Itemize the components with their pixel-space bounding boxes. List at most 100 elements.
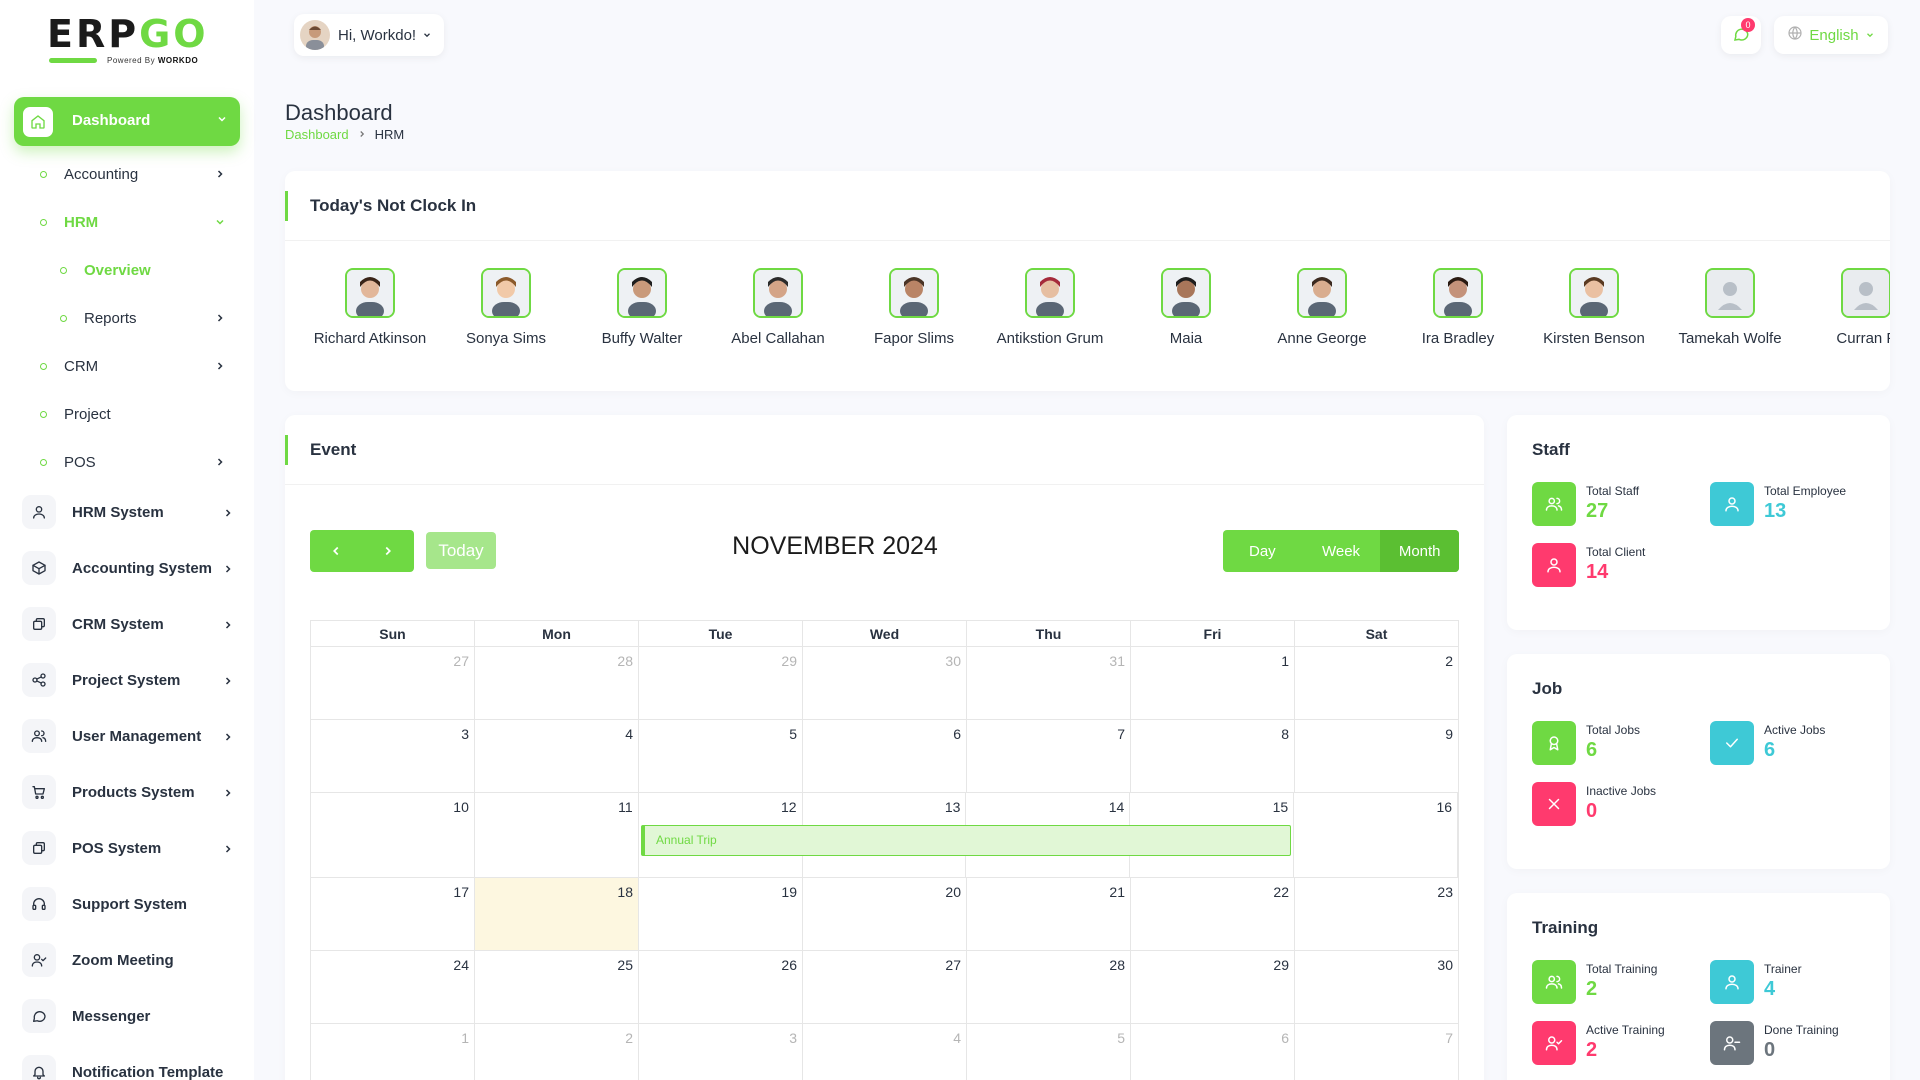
calendar-day-cell[interactable]: 31 [967,647,1131,719]
employee-item[interactable]: Antikstion Grum [982,268,1118,349]
employee-item[interactable]: Abel Callahan [710,268,846,349]
calendar-day-cell[interactable]: 7 [967,720,1131,792]
calendar-day-cell[interactable]: 27 [311,647,475,719]
calendar-day-cell[interactable]: 27 [803,951,967,1023]
sidebar-item-dashboard[interactable]: Dashboard [14,97,240,146]
calendar-day-cell[interactable]: 23 [1295,878,1458,950]
calendar-day-cell[interactable]: 11 [475,793,639,877]
calendar-day-cell[interactable]: 1 [311,1024,475,1080]
employee-name: Maia [1169,330,1203,347]
day-number: 6 [1281,1030,1289,1046]
sidebar-item-user-management[interactable]: User Management [22,718,240,754]
user-check-icon [1532,1021,1576,1065]
calendar-day-cell[interactable]: 28 [475,647,639,719]
sidebar-subitem-reports[interactable]: Reports [0,306,240,330]
sidebar-subitem-pos[interactable]: POS [0,450,240,474]
calendar-day-cell[interactable]: 8 [1131,720,1295,792]
calendar-day-cell[interactable]: 18 [475,878,639,950]
language-selector[interactable]: English [1774,16,1888,54]
sidebar-subitem-hrm[interactable]: HRM [0,210,240,234]
calendar-day-cell[interactable]: 3 [311,720,475,792]
card-header: Event [285,415,1484,485]
employee-item[interactable]: Buffy Walter [574,268,710,349]
sidebar-item-messenger[interactable]: Messenger [22,998,240,1034]
employee-name: Curran F [1836,330,1890,347]
prev-month-button[interactable] [310,530,362,572]
calendar-grid: Sun Mon Tue Wed Thu Fri Sat 27 28 29 30 31 1 2 3 4 5 6 7 8… [310,620,1459,1080]
calendar-day-cell[interactable]: 5 [967,1024,1131,1080]
bullet-icon [60,266,67,274]
day-number: 26 [781,957,797,973]
employee-item[interactable]: Maia [1118,268,1254,349]
breadcrumb: Dashboard HRM [285,127,404,142]
sidebar-item-project-system[interactable]: Project System [22,662,240,698]
calendar-day-cell[interactable]: 6 [1131,1024,1295,1080]
calendar-day-cell[interactable]: 9 [1295,720,1458,792]
breadcrumb-link[interactable]: Dashboard [285,127,349,142]
employee-item[interactable]: Sonya Sims [438,268,574,349]
sidebar-subitem-crm[interactable]: CRM [0,354,240,378]
view-week-button[interactable]: Week [1302,530,1381,572]
calendar-day-cell[interactable]: 2 [1295,647,1458,719]
today-button[interactable]: Today [426,532,496,569]
calendar-day-cell[interactable]: 28 [967,951,1131,1023]
calendar-event[interactable]: Annual Trip [641,825,1291,856]
sidebar-item-zoom-meeting[interactable]: Zoom Meeting [22,942,240,978]
calendar-day-cell[interactable]: 16 [1294,793,1459,877]
calendar-day-cell[interactable]: 30 [803,647,967,719]
sidebar-item-crm-system[interactable]: CRM System [22,606,240,642]
sidebar-item-notification-template[interactable]: Notification Template [22,1054,240,1080]
brand-logo[interactable]: ERPGO Powered By WORKDO [47,14,217,70]
calendar-day-cell[interactable]: 21 [967,878,1131,950]
calendar-day-cell[interactable]: 19 [639,878,803,950]
sidebar-item-support-system[interactable]: Support System [22,886,240,922]
view-day-button[interactable]: Day [1223,530,1302,572]
calendar-day-cell[interactable]: 26 [639,951,803,1023]
employee-name: Sonya Sims [465,330,547,347]
notifications-button[interactable]: 0 [1721,16,1761,54]
sidebar-item-pos-system[interactable]: POS System [22,830,240,866]
sidebar-item-hrm-system[interactable]: HRM System [22,494,240,530]
calendar-day-cell[interactable]: 24 [311,951,475,1023]
calendar-day-cell[interactable]: 29 [1131,951,1295,1023]
calendar-day-cell[interactable]: 6 [803,720,967,792]
calendar-day-cell[interactable]: 10 [311,793,475,877]
employee-item[interactable]: Curran F [1798,268,1890,349]
calendar-day-cell[interactable]: 4 [475,720,639,792]
calendar-day-cell[interactable]: 22 [1131,878,1295,950]
calendar-day-cell[interactable]: 25 [475,951,639,1023]
sidebar-item-accounting-system[interactable]: Accounting System [22,550,240,586]
page-title: Dashboard [285,100,393,125]
calendar-day-cell[interactable]: 2 [475,1024,639,1080]
calendar-day-cell[interactable]: 3 [639,1024,803,1080]
logo-underline [49,58,97,63]
sidebar-subitem-project[interactable]: Project [0,402,240,426]
employee-item[interactable]: Anne George [1254,268,1390,349]
calendar-day-cell[interactable]: 20 [803,878,967,950]
stat-inactive-jobs: Inactive Jobs 0 [1532,782,1656,826]
calendar-day-cell[interactable]: 17 [311,878,475,950]
sidebar-subitem-accounting[interactable]: Accounting [0,162,240,186]
calendar-day-cell[interactable]: 5 [639,720,803,792]
stat-value: 4 [1764,978,1776,1000]
employee-item[interactable]: Ira Bradley [1390,268,1526,349]
user-menu[interactable]: Hi, Workdo! [294,14,444,56]
employee-item[interactable]: Tamekah Wolfe [1662,268,1798,349]
chevron-right-icon [222,674,234,690]
sidebar-item-label: CRM [64,357,99,375]
calendar-day-cell[interactable]: 7 [1295,1024,1458,1080]
sidebar-item-products-system[interactable]: Products System [22,774,240,810]
calendar-day-cell[interactable]: 1 [1131,647,1295,719]
employee-item[interactable]: Kirsten Benson [1526,268,1662,349]
calendar-day-cell[interactable]: 30 [1295,951,1458,1023]
next-month-button[interactable] [362,530,414,572]
sidebar-subitem-overview[interactable]: Overview [0,258,240,282]
employee-item[interactable]: Fapor Slims [846,268,982,349]
user-icon [1710,960,1754,1004]
day-number: 7 [1117,726,1125,742]
employee-item[interactable]: Richard Atkinson [302,268,438,349]
view-month-button[interactable]: Month [1380,530,1459,572]
calendar-day-cell[interactable]: 4 [803,1024,967,1080]
calendar-day-cell[interactable]: 29 [639,647,803,719]
day-number: 14 [1108,799,1125,815]
